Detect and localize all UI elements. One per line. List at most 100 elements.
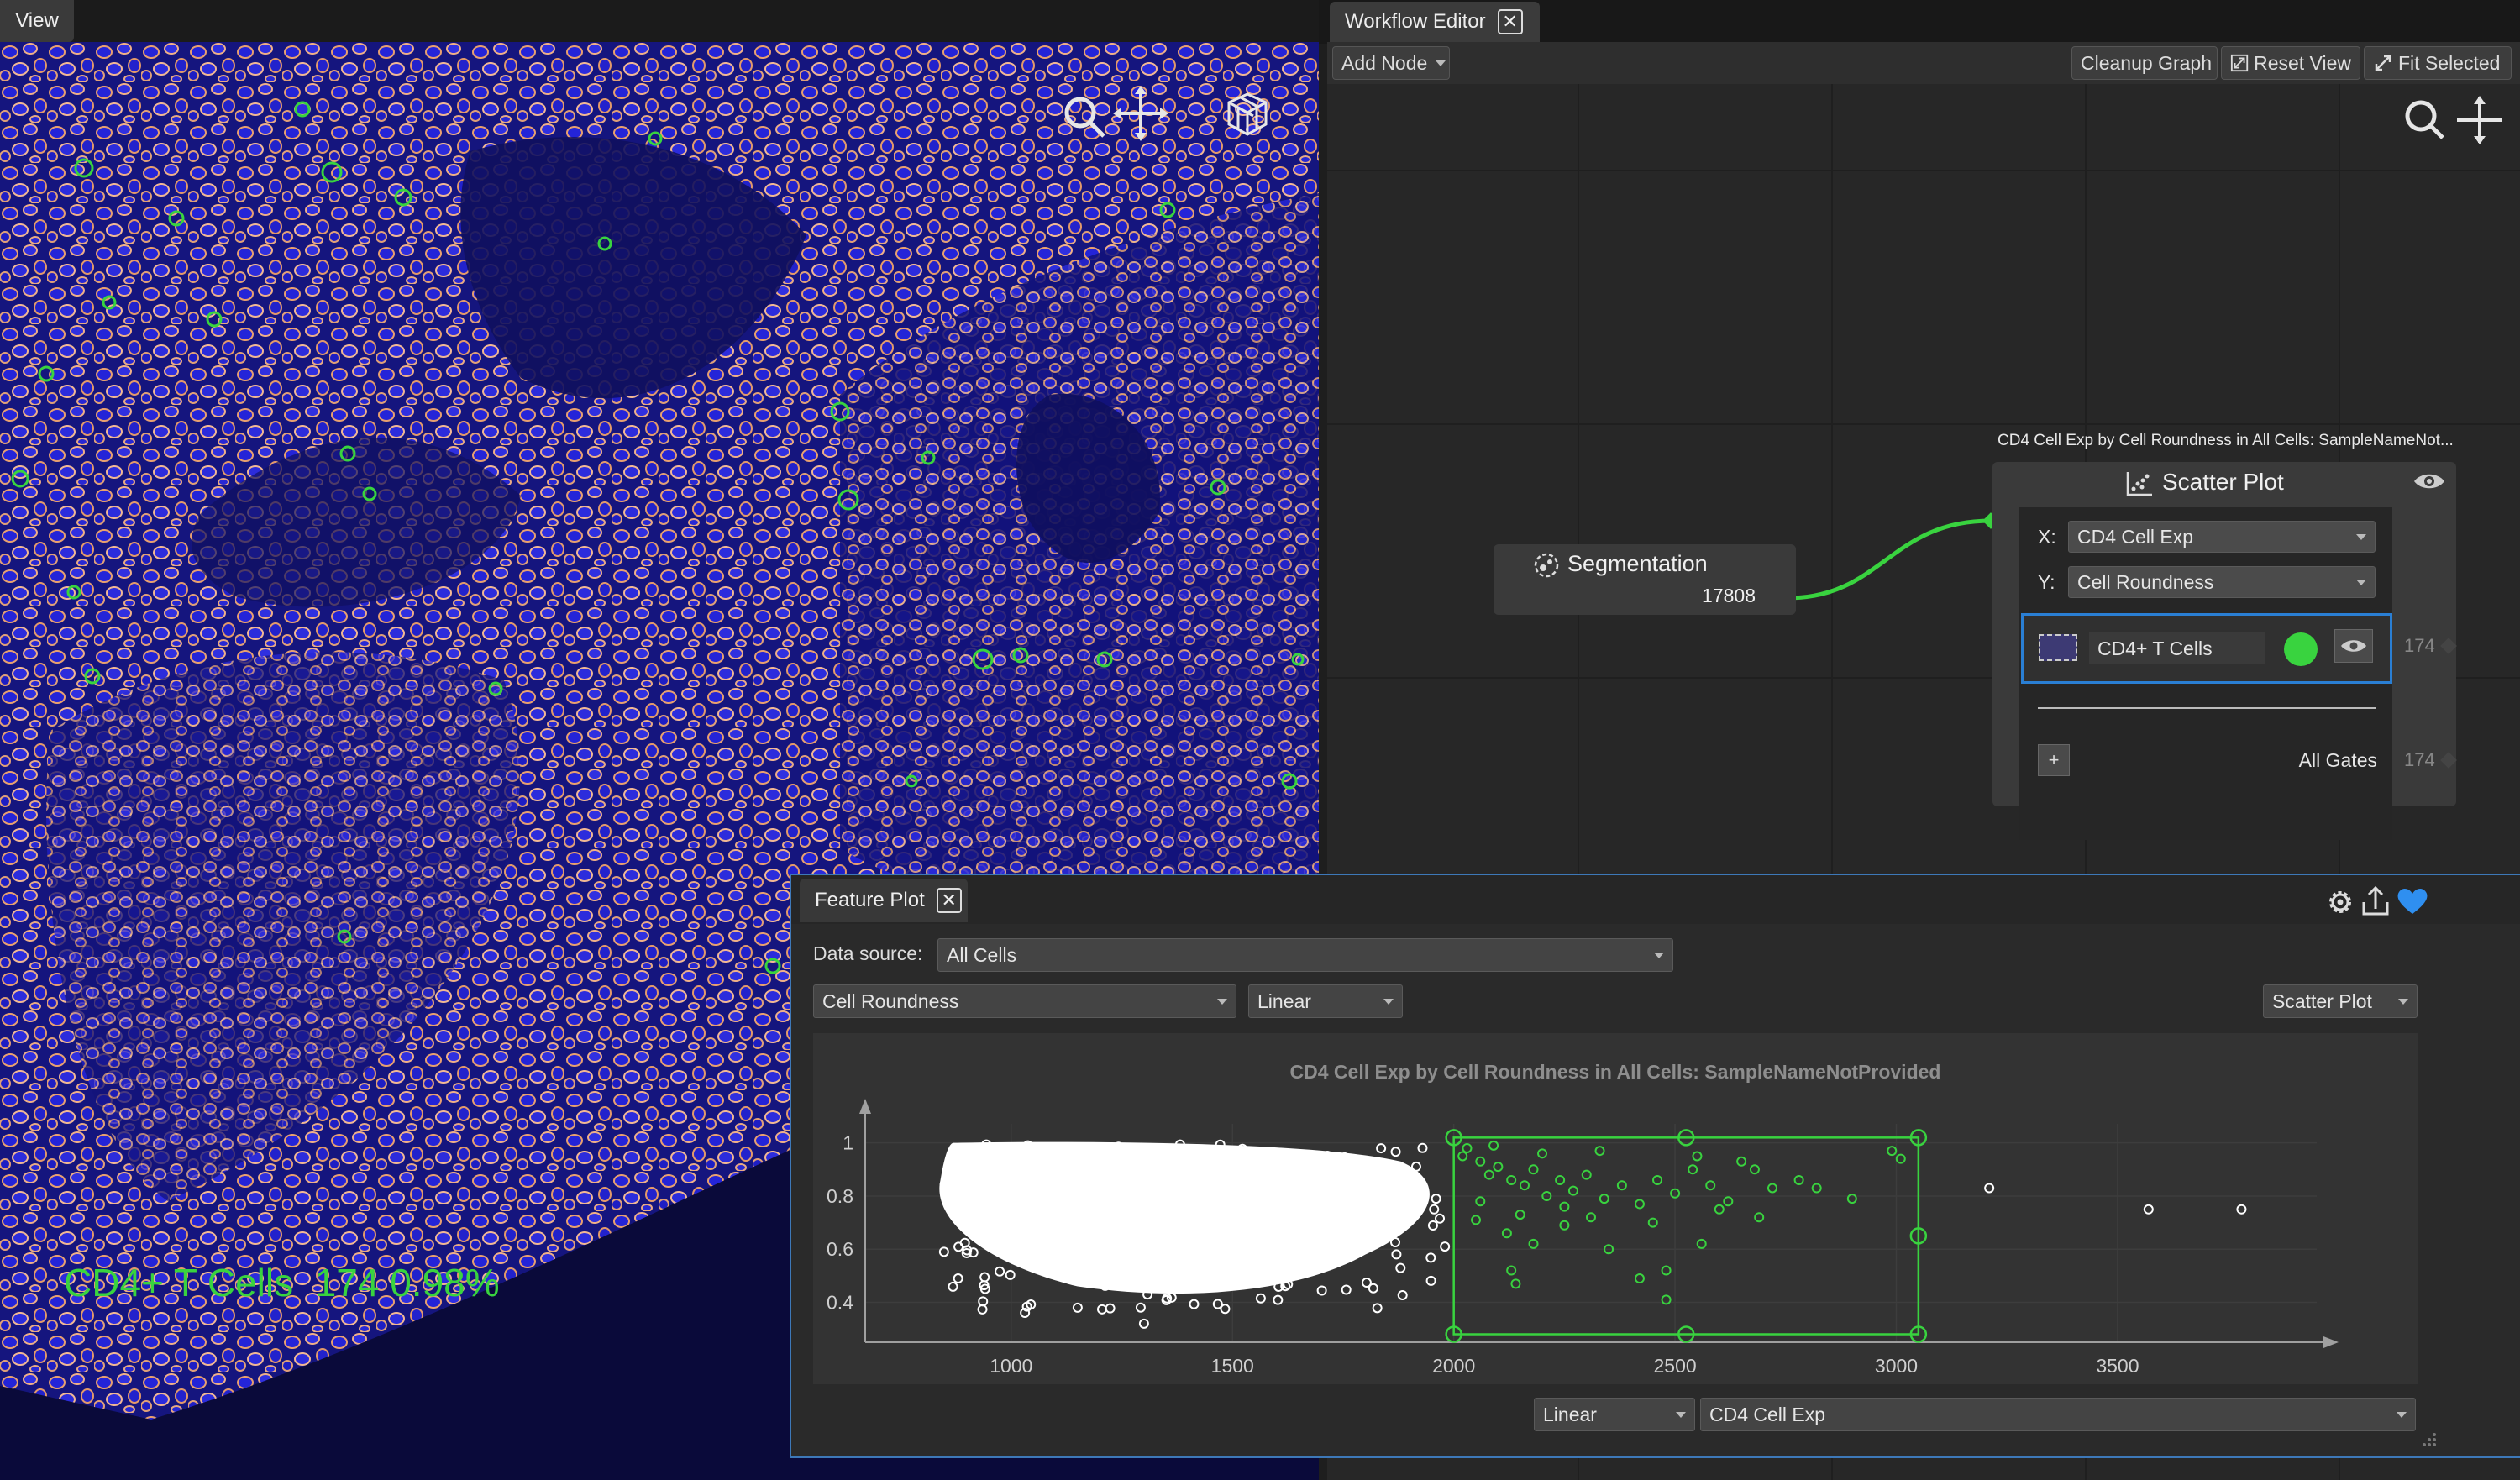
- resize-grip-icon[interactable]: [2416, 1430, 2438, 1451]
- data-point: [1688, 1164, 1698, 1175]
- data-point: [1634, 1199, 1645, 1210]
- data-point: [1594, 1146, 1605, 1157]
- pan-cross-icon[interactable]: [2457, 96, 2502, 144]
- x-tick-label: 1000: [990, 1355, 1032, 1377]
- data-point: [1559, 1201, 1570, 1212]
- segmentation-node[interactable]: Segmentation 17808: [1494, 544, 1796, 615]
- data-point: [1749, 1164, 1760, 1175]
- data-point: [1767, 1183, 1777, 1194]
- add-gate-button[interactable]: +: [2038, 744, 2070, 776]
- close-icon[interactable]: ✕: [1497, 9, 1523, 34]
- workflow-editor-tab[interactable]: Workflow Editor ✕: [1330, 2, 1540, 42]
- data-point: [1793, 1174, 1804, 1185]
- data-point: [1581, 1169, 1592, 1180]
- cloud-point: [1417, 1142, 1428, 1153]
- fit-selected-button[interactable]: Fit Selected: [2364, 46, 2512, 80]
- cloud-point: [1395, 1262, 1406, 1273]
- y-tick-label: 1: [843, 1132, 853, 1154]
- all-gates-label: All Gates: [2298, 749, 2377, 771]
- data-point: [1515, 1210, 1525, 1220]
- cleanup-graph-button[interactable]: Cleanup Graph: [2071, 46, 2218, 80]
- cloud-point: [977, 1304, 988, 1315]
- gear-icon[interactable]: [2329, 891, 2351, 913]
- scatter-node-title: Scatter Plot: [2162, 469, 2284, 495]
- x-axis-label: X:: [2038, 526, 2056, 548]
- feature-plot-tab-label: Feature Plot: [815, 889, 925, 911]
- magnifier-icon[interactable]: [2405, 100, 2444, 139]
- data-point: [1705, 1180, 1716, 1191]
- export-icon[interactable]: [2362, 885, 2389, 916]
- cloud-point: [1427, 1220, 1438, 1231]
- plot-type-dropdown[interactable]: Scatter Plot: [2263, 984, 2418, 1018]
- add-node-button[interactable]: Add Node: [1332, 46, 1450, 80]
- reset-view-icon: [2230, 54, 2249, 72]
- data-source-label: Data source:: [813, 942, 923, 964]
- x-axis-arrow: [2323, 1336, 2339, 1348]
- cloud-point: [1435, 1213, 1446, 1224]
- gate-visibility-button[interactable]: [2334, 629, 2373, 663]
- scatter-chart[interactable]: CD4 Cell Exp by Cell Roundness in All Ce…: [813, 1033, 2418, 1384]
- close-icon[interactable]: ✕: [936, 888, 962, 913]
- data-point: [1714, 1204, 1725, 1215]
- data-point: [1652, 1174, 1663, 1185]
- x-scale-dropdown[interactable]: Linear: [1534, 1398, 1695, 1431]
- gate-readout: CD4+ T Cells 174 0.98%: [64, 1260, 500, 1305]
- data-point: [1559, 1220, 1570, 1231]
- data-point: [2236, 1204, 2247, 1215]
- cloud-point: [1389, 1237, 1400, 1248]
- y-feature-select[interactable]: Cell Roundness: [2068, 566, 2376, 598]
- eye-icon[interactable]: [2412, 470, 2446, 492]
- chevron-down-icon: [1676, 1411, 1686, 1418]
- cloud-point: [1005, 1269, 1016, 1280]
- scatter-plot-node[interactable]: Scatter Plot X: CD4 Cell Exp Y: Cell Rou…: [1992, 462, 2457, 840]
- cloud-point: [1189, 1299, 1200, 1309]
- data-point: [1462, 1142, 1473, 1153]
- all-gates-output-port[interactable]: [2440, 752, 2457, 769]
- scatter-plot-icon: [2126, 472, 2152, 496]
- data-point: [1661, 1265, 1672, 1276]
- x-feature-dropdown[interactable]: CD4 Cell Exp: [1700, 1398, 2416, 1431]
- data-point: [1519, 1180, 1530, 1191]
- chevron-down-icon: [1217, 998, 1227, 1005]
- add-node-label: Add Node: [1341, 51, 1428, 74]
- feature-plot-tab[interactable]: Feature Plot ✕: [800, 879, 968, 922]
- chevron-down-icon: [1383, 998, 1394, 1005]
- y-tick-label: 0.6: [827, 1238, 853, 1260]
- data-point: [1537, 1148, 1548, 1159]
- gate-color-swatch[interactable]: [2284, 632, 2318, 666]
- data-point: [1471, 1215, 1482, 1225]
- data-point: [1483, 1169, 1494, 1180]
- x-feature-select[interactable]: CD4 Cell Exp: [2068, 521, 2376, 553]
- feature-plot-tab-strip: [791, 875, 2520, 924]
- dense-point-cloud: [938, 1139, 1446, 1319]
- y-feature-dropdown[interactable]: Cell Roundness: [813, 984, 1236, 1018]
- gate-row-cd4[interactable]: CD4+ T Cells: [2021, 613, 2392, 684]
- data-point: [1586, 1212, 1596, 1223]
- cloud-point: [1096, 1304, 1107, 1315]
- data-point: [1895, 1153, 1906, 1164]
- cloud-point: [1212, 1299, 1223, 1309]
- y-feature-dropdown-value: Cell Roundness: [822, 989, 959, 1012]
- segmentation-node-count: 17808: [1702, 585, 1756, 606]
- cloud-point: [1425, 1252, 1436, 1263]
- gate-output-port[interactable]: [2440, 638, 2457, 654]
- cloud-point: [1255, 1293, 1266, 1304]
- cloud-point: [948, 1281, 958, 1292]
- cloud-point: [1391, 1249, 1402, 1260]
- cloud-point: [979, 1272, 990, 1283]
- cloud-point: [1397, 1289, 1408, 1300]
- data-point: [1811, 1183, 1822, 1194]
- gate-rectangle[interactable]: [1445, 1129, 1928, 1343]
- data-source-select[interactable]: All Cells: [937, 938, 1673, 972]
- y-scale-dropdown[interactable]: Linear: [1248, 984, 1403, 1018]
- reset-view-button[interactable]: Reset View: [2221, 46, 2360, 80]
- cloud-point: [1425, 1275, 1436, 1286]
- x-tick-label: 3000: [1875, 1355, 1918, 1377]
- view-tab[interactable]: View: [0, 0, 74, 42]
- data-point: [1984, 1183, 1995, 1194]
- heart-icon[interactable]: [2397, 889, 2428, 914]
- cloud-point: [1372, 1303, 1383, 1314]
- data-source-value: All Cells: [947, 943, 1017, 966]
- gate-name-field[interactable]: CD4+ T Cells: [2089, 632, 2265, 664]
- chevron-down-icon: [2398, 998, 2408, 1005]
